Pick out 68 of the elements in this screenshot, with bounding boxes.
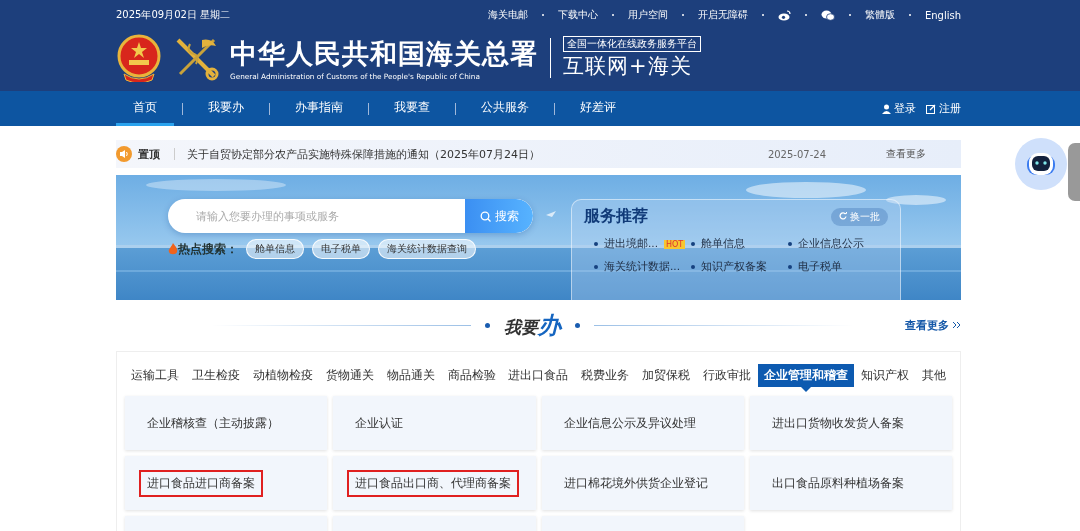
hot-search-chip[interactable]: 海关统计数据查询 xyxy=(378,239,476,259)
header-link[interactable]: 下载中心 xyxy=(557,8,598,22)
weibo-icon[interactable] xyxy=(777,9,791,21)
tab-pointer xyxy=(801,386,812,392)
header-link[interactable]: 繁體版 xyxy=(864,8,895,22)
panel-title: 服务推荐 xyxy=(584,206,648,227)
hot-search-chip[interactable]: 电子税单 xyxy=(312,239,370,259)
user-icon xyxy=(882,103,891,114)
service-card[interactable]: 出口食品原料种植场备案 xyxy=(749,456,952,510)
nav-item[interactable]: 好差评 xyxy=(563,91,633,126)
wechat-icon[interactable] xyxy=(820,9,835,21)
hot-search-label: 热点搜索： xyxy=(178,240,238,258)
service-card[interactable]: 企业认证 xyxy=(333,396,536,450)
register-link[interactable]: 注册 xyxy=(926,101,961,116)
service-card[interactable]: 进口食品进口商备案 xyxy=(125,456,328,510)
pinned-label: 置顶 xyxy=(138,146,160,162)
platform-name: 互联网+海关 xyxy=(563,53,693,80)
date-text: 2025年09月02日 星期二 xyxy=(116,8,231,22)
category-tab[interactable]: 知识产权 xyxy=(854,363,915,387)
category-tab[interactable]: 运输工具 xyxy=(125,363,185,387)
notice-date: 2025-07-24 xyxy=(767,148,826,160)
category-tab[interactable]: 进出口食品 xyxy=(502,363,575,387)
site-title: 中华人民共和国海关总署 xyxy=(230,36,538,71)
service-link[interactable]: 舱单信息 xyxy=(691,237,788,251)
service-card[interactable]: 企业信息公示及异议处理 xyxy=(541,396,744,450)
refresh-icon xyxy=(839,211,847,220)
notice-link[interactable]: 关于自贸协定部分农产品实施特殊保障措施的通知（2025年07月24日） xyxy=(187,146,540,162)
service-card[interactable]: 进口棉花境外供货企业登记 xyxy=(541,456,744,510)
service-link[interactable]: 知识产权备案 xyxy=(691,260,788,274)
header-link[interactable]: 开启无障碍 xyxy=(697,8,748,22)
header-link[interactable]: 用户空间 xyxy=(627,8,668,22)
category-tab[interactable]: 商品检验 xyxy=(441,363,502,387)
flame-icon xyxy=(168,243,178,255)
service-card[interactable]: 进口食品出口商、代理商备案 xyxy=(333,456,536,510)
robot-assistant-icon[interactable] xyxy=(1015,138,1067,190)
nav-item[interactable]: 公共服务 xyxy=(464,91,546,126)
platform-label: 全国一体化在线政务服务平台 xyxy=(563,36,701,52)
national-emblem-icon xyxy=(116,34,162,82)
nav-item[interactable]: 我要办 xyxy=(191,91,261,126)
nav-item[interactable]: 首页 xyxy=(116,91,174,126)
hot-search-chip[interactable]: 舱单信息 xyxy=(246,239,304,259)
category-tab[interactable]: 动植物检疫 xyxy=(246,363,319,387)
nav-item[interactable]: 办事指南 xyxy=(278,91,360,126)
service-card[interactable]: 企业稽核查（主动披露） xyxy=(125,396,328,450)
speaker-icon xyxy=(116,146,132,162)
service-link[interactable]: 进出境邮... HOT xyxy=(594,237,691,251)
search-icon xyxy=(479,210,491,222)
header-link[interactable]: English xyxy=(924,9,961,21)
category-tab[interactable]: 卫生检疫 xyxy=(185,363,246,387)
category-tab[interactable]: 物品通关 xyxy=(380,363,441,387)
service-link[interactable]: 企业信息公示 xyxy=(788,237,888,251)
edit-icon xyxy=(926,103,936,114)
more-link[interactable]: 查看更多 xyxy=(905,317,961,333)
hot-badge: HOT xyxy=(664,239,686,249)
category-tab[interactable]: 其他 xyxy=(915,363,952,387)
service-link[interactable]: 电子税单 xyxy=(788,260,888,274)
category-tab[interactable]: 货物通关 xyxy=(319,363,380,387)
service-link[interactable]: 海关统计数据... xyxy=(594,260,691,274)
category-tab[interactable]: 加贸保税 xyxy=(636,363,697,387)
double-chevron-icon xyxy=(952,321,961,329)
category-tab[interactable]: 税费业务 xyxy=(575,363,636,387)
service-card[interactable]: 进出口货物收发货人备案 xyxy=(749,396,952,450)
more-link[interactable]: 查看更多 xyxy=(886,147,926,161)
login-link[interactable]: 登录 xyxy=(882,101,916,116)
header-link[interactable]: 海关电邮 xyxy=(487,8,528,22)
section-title: 我要办 xyxy=(504,310,561,340)
nav-item[interactable]: 我要查 xyxy=(377,91,447,126)
category-tab[interactable]: 行政审批 xyxy=(697,363,758,387)
